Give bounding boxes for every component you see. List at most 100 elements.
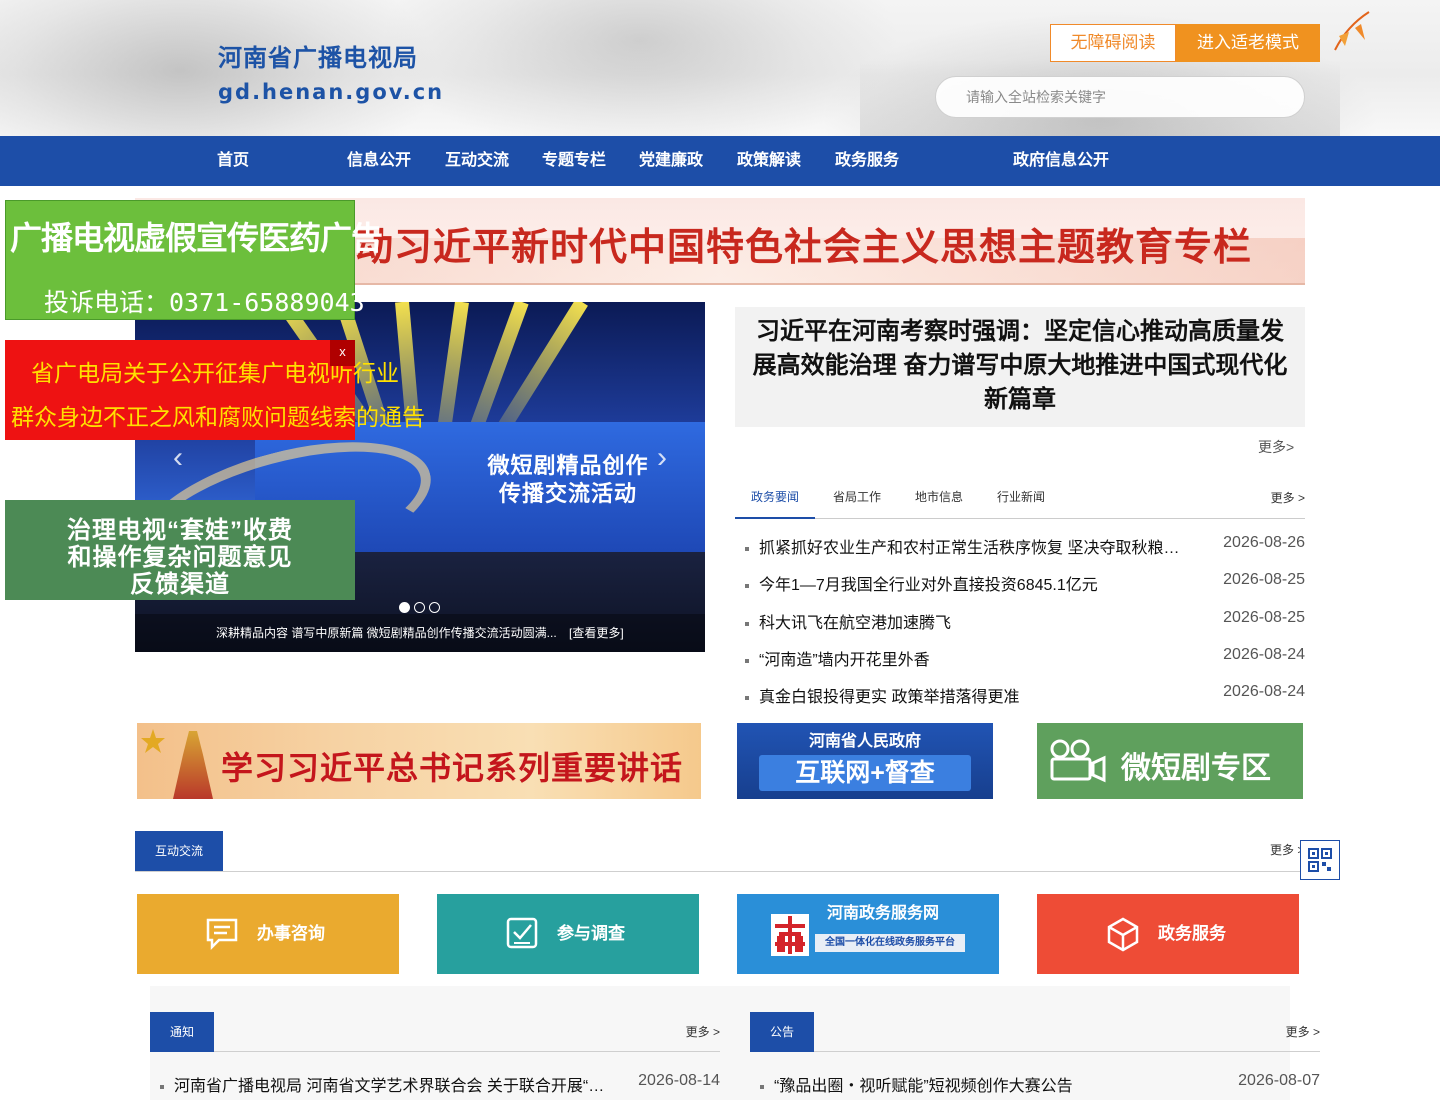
bullet-icon xyxy=(745,584,749,588)
survey-icon xyxy=(506,917,538,949)
banner-title: 动习近平新时代中国特色社会主义思想主题教育专栏 xyxy=(355,227,1253,269)
chat-icon xyxy=(206,918,238,950)
star-icon xyxy=(141,729,165,753)
qr-code-icon[interactable] xyxy=(1300,840,1340,880)
tab-industry-news[interactable]: 行业新闻 xyxy=(981,477,1061,519)
tile-survey[interactable]: 参与调查 xyxy=(437,894,699,974)
float-ad-tv-fees-feedback[interactable]: 治理电视“套娃”收费 和操作复杂问题意见 反馈渠道 xyxy=(5,500,355,600)
float-ad-phone: 投诉电话：0371-65889043 xyxy=(44,288,365,317)
bullet-icon xyxy=(745,547,749,551)
news-date: 2026-08-24 xyxy=(1223,646,1305,663)
section-label[interactable]: 互动交流 xyxy=(135,831,223,871)
nav-policy-interpretation[interactable]: 政策解读 xyxy=(737,136,801,186)
notice-more-link[interactable]: 更多 > xyxy=(686,1023,720,1040)
nav-party-building[interactable]: 党建廉政 xyxy=(639,136,703,186)
slider-caption[interactable]: 深耕精品内容 谱写中原新篇 微短剧精品创作传播交流活动圆满... xyxy=(216,624,557,641)
news-title[interactable]: 真金白银投得更实 政策举措落得更准 xyxy=(759,683,1184,707)
banner-subtitle: 互联网+督查 xyxy=(759,755,971,791)
micro-drama-banner[interactable]: 微短剧专区 xyxy=(1037,723,1303,799)
notice-section-header: 通知 更多 > xyxy=(150,1012,720,1052)
announcement-more-link[interactable]: 更多 > xyxy=(1286,1023,1320,1040)
slider-dot-1[interactable] xyxy=(399,602,410,613)
bullet-icon xyxy=(745,622,749,626)
nav-interaction[interactable]: 互动交流 xyxy=(445,136,509,186)
notice-title[interactable]: 河南省广播电视局 河南省文学艺术界联合会 关于联合开展“豫品出圈·视听赋能”短视… xyxy=(174,1072,606,1096)
banner-title: 河南省人民政府 xyxy=(808,733,921,750)
news-tabs: 政务要闻 省局工作 地市信息 行业新闻 更多 > xyxy=(735,477,1305,519)
news-list-item: 抓紧抓好农业生产和农村正常生活秩序恢复 坚决夺取秋粮丰收 2026-08-26 xyxy=(745,534,1305,558)
bullet-icon xyxy=(760,1085,764,1089)
announcement-list-item: “豫品出圈・视听赋能”短视频创作大赛公告 2026-08-07 xyxy=(750,1072,1320,1096)
tile-henan-gov-service[interactable]: 河南政务服务网 全国一体化在线政务服务平台 xyxy=(737,894,999,974)
announcement-date: 2026-08-07 xyxy=(1238,1072,1320,1089)
float-ad-corruption-notice[interactable]: 省广电局关于公开征集广电视听行业 群众身边不正之风和腐败问题线索的通告 xyxy=(5,340,425,440)
news-date: 2026-08-25 xyxy=(1223,609,1305,626)
video-camera-icon xyxy=(1050,739,1106,783)
tile-consultation[interactable]: 办事咨询 xyxy=(137,894,399,974)
slider-prev-icon[interactable]: ‹ xyxy=(163,438,193,478)
interaction-section-header: 互动交流 更多 > xyxy=(135,831,1305,872)
tile-label: 政务服务 xyxy=(1158,924,1226,943)
search-box xyxy=(935,76,1305,118)
nav-info-disclosure[interactable]: 信息公开 xyxy=(347,136,411,186)
site-header: 河南省广播电视局 gd.henan.gov.cn 无障碍阅读 进入适老模式 xyxy=(0,0,1440,136)
site-logo-name[interactable]: 河南省广播电视局 xyxy=(218,38,418,73)
cube-icon xyxy=(1107,917,1139,952)
headline-box: 习近平在河南考察时强调：坚定信心推动高质量发展高效能治理 奋力谱写中原大地推进中… xyxy=(735,307,1305,427)
notice-date: 2026-08-14 xyxy=(638,1072,720,1089)
tile-gov-service[interactable]: 政务服务 xyxy=(1037,894,1299,974)
accessible-reading-button[interactable]: 无障碍阅读 xyxy=(1050,24,1176,62)
float-ad-title: 广播电视虚假宣传医药广告 xyxy=(10,220,383,256)
news-title[interactable]: “河南造”墙内开花里外香 xyxy=(759,646,1184,670)
close-icon[interactable]: x xyxy=(330,340,355,366)
news-list-item: “河南造”墙内开花里外香 2026-08-24 xyxy=(745,646,1305,670)
bullet-icon xyxy=(160,1085,164,1089)
tile-label: 办事咨询 xyxy=(257,924,325,943)
announcement-title[interactable]: “豫品出圈・视听赋能”短视频创作大赛公告 xyxy=(774,1072,1206,1096)
slider-next-icon[interactable]: › xyxy=(647,438,677,478)
nav-home[interactable]: 首页 xyxy=(217,136,249,186)
headline-title[interactable]: 习近平在河南考察时强调：坚定信心推动高质量发展高效能治理 奋力谱写中原大地推进中… xyxy=(751,315,1289,417)
speech-study-banner[interactable]: 学习习近平总书记系列重要讲话 xyxy=(137,723,701,799)
tab-bureau-work[interactable]: 省局工作 xyxy=(817,477,897,519)
tab-city-info[interactable]: 地市信息 xyxy=(899,477,979,519)
internet-supervision-banner[interactable]: 河南省人民政府 互联网+督查 xyxy=(737,723,993,799)
float-ad-medical-complaint[interactable]: 广播电视虚假宣传医药广告 投诉电话：0371-65889043 xyxy=(5,200,383,320)
news-more-link[interactable]: 更多 > xyxy=(1271,477,1305,519)
notice-list-item: 河南省广播电视局 河南省文学艺术界联合会 关于联合开展“豫品出圈·视听赋能”短视… xyxy=(150,1072,720,1096)
slider-dot-2[interactable] xyxy=(414,602,425,613)
search-input[interactable] xyxy=(964,86,1264,108)
news-list-item: 真金白银投得更实 政策举措落得更准 2026-08-24 xyxy=(745,683,1305,707)
banner-title: 学习习近平总书记系列重要讲话 xyxy=(221,750,684,786)
nav-gov-info-public[interactable]: 政府信息公开 xyxy=(1013,136,1109,186)
float-ad-line-2: 群众身边不正之风和腐败问题线索的通告 xyxy=(11,405,425,430)
announcement-section-header: 公告 更多 > xyxy=(750,1012,1320,1052)
nav-gov-services[interactable]: 政务服务 xyxy=(835,136,899,186)
news-title[interactable]: 科大讯飞在航空港加速腾飞 xyxy=(759,609,1184,633)
news-list-item: 今年1—7月我国全行业对外直接投资6845.1亿元 2026-08-25 xyxy=(745,571,1305,595)
section-label[interactable]: 通知 xyxy=(150,1012,214,1052)
bullet-icon xyxy=(745,659,749,663)
tile-sublabel: 全国一体化在线政务服务平台 xyxy=(815,934,965,952)
news-title[interactable]: 今年1—7月我国全行业对外直接投资6845.1亿元 xyxy=(759,571,1184,595)
nav-special-topics[interactable]: 专题专栏 xyxy=(542,136,606,186)
slider-dot-3[interactable] xyxy=(429,602,440,613)
tab-gov-news[interactable]: 政务要闻 xyxy=(735,477,815,519)
henan-gov-service-logo xyxy=(771,914,809,956)
section-label[interactable]: 公告 xyxy=(750,1012,814,1052)
news-date: 2026-08-25 xyxy=(1223,571,1305,588)
news-title[interactable]: 抓紧抓好农业生产和农村正常生活秩序恢复 坚决夺取秋粮丰收 xyxy=(759,534,1184,558)
stage-title-line-2: 传播交流活动 xyxy=(498,481,637,506)
banner-title: 微短剧专区 xyxy=(1121,752,1271,785)
news-date: 2026-08-26 xyxy=(1223,534,1305,551)
ginkgo-leaf-icon xyxy=(1334,11,1370,51)
slider-more-link[interactable]: [查看更多] xyxy=(569,624,624,641)
news-list-item: 科大讯飞在航空港加速腾飞 2026-08-25 xyxy=(745,609,1305,633)
bullet-icon xyxy=(745,696,749,700)
elderly-mode-button[interactable]: 进入适老模式 xyxy=(1176,24,1320,62)
headline-more-link[interactable]: 更多> xyxy=(1258,437,1294,457)
tile-label: 参与调查 xyxy=(557,924,625,943)
site-logo-domain[interactable]: gd.henan.gov.cn xyxy=(218,80,444,104)
news-date: 2026-08-24 xyxy=(1223,683,1305,700)
tiananmen-icon xyxy=(173,731,213,799)
